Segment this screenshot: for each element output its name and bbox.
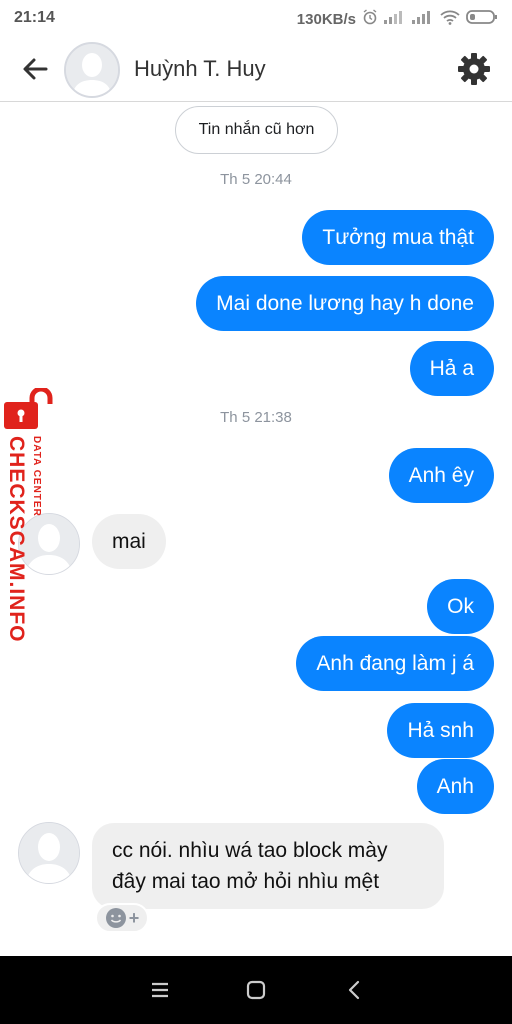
timestamp: Th 5 21:38 (220, 409, 292, 426)
conversation-header: Huỳnh T. Huy (0, 36, 512, 102)
plus-icon: + (128, 908, 140, 928)
back-arrow-icon (23, 58, 48, 80)
status-time: 21:14 (14, 9, 55, 26)
message-bubble-outgoing[interactable]: Ok (427, 579, 494, 634)
gear-icon (458, 53, 490, 85)
signal-icon (412, 10, 434, 29)
default-user-icon (19, 823, 79, 883)
watermark-text: CHECKSCAM.INFO (5, 436, 28, 643)
contact-avatar[interactable] (64, 42, 120, 98)
home-button[interactable] (240, 974, 272, 1006)
smiley-icon (105, 908, 126, 928)
system-navigation-bar (0, 956, 512, 1024)
menu-icon (152, 982, 168, 998)
message-thread[interactable]: Tin nhắn cũ hơn Th 5 20:44 Tưởng mua thậ… (0, 103, 512, 953)
message-bubble-outgoing[interactable]: Hả a (409, 341, 494, 396)
message-bubble-outgoing[interactable]: Tưởng mua thật (302, 210, 494, 265)
default-user-icon (66, 44, 118, 96)
padlock-icon (4, 388, 53, 429)
watermark-subtext: DATA CENTER (31, 436, 42, 517)
signal-icon (384, 10, 406, 29)
back-button[interactable] (18, 51, 54, 87)
message-bubble-outgoing[interactable]: Anh (416, 759, 494, 814)
recent-apps-button[interactable] (144, 974, 176, 1006)
nav-back-button[interactable] (338, 974, 370, 1006)
home-square-icon (246, 980, 266, 1000)
watermark: CHECKSCAM.INFO DATA CENTER (0, 388, 60, 643)
network-speed: 130KB/s (296, 11, 356, 28)
settings-button[interactable] (455, 50, 493, 88)
message-bubble-incoming[interactable]: cc nói. nhìu wá tao block mày đây mai ta… (92, 823, 444, 909)
add-reaction-button[interactable]: + (95, 903, 149, 933)
battery-icon (466, 9, 498, 30)
message-bubble-outgoing[interactable]: Anh đang làm j á (296, 636, 494, 691)
message-bubble-outgoing[interactable]: Hả snh (387, 703, 494, 758)
wifi-icon (440, 9, 460, 30)
back-chevron-icon (348, 980, 360, 1000)
contact-name[interactable]: Huỳnh T. Huy (134, 56, 266, 82)
alarm-icon (362, 9, 378, 30)
message-bubble-outgoing[interactable]: Anh êy (388, 448, 494, 503)
older-messages-button[interactable]: Tin nhắn cũ hơn (175, 106, 338, 154)
status-bar: 21:14 130KB/s (0, 0, 512, 36)
message-bubble-incoming[interactable]: mai (92, 514, 166, 569)
status-indicators: 130KB/s (297, 9, 498, 30)
timestamp: Th 5 20:44 (220, 171, 292, 188)
sender-avatar[interactable] (18, 822, 80, 884)
message-bubble-outgoing[interactable]: Mai done lương hay h done (196, 276, 494, 331)
